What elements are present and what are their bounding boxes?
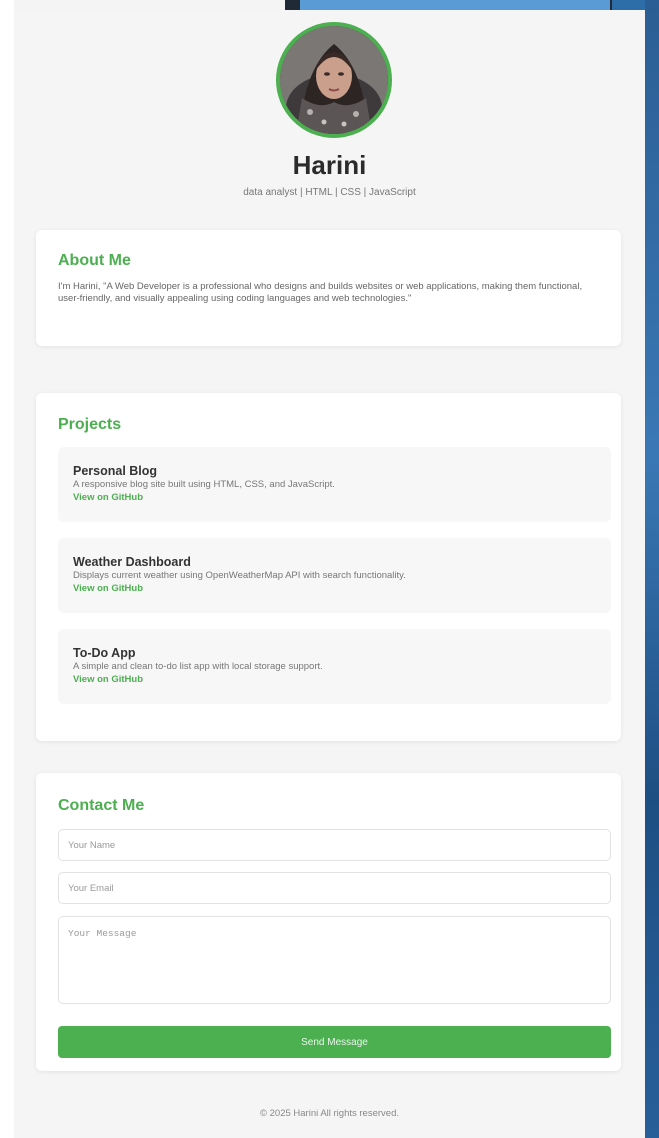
- project-card: To-Do App A simple and clean to-do list …: [58, 629, 611, 704]
- project-title: Weather Dashboard: [73, 555, 191, 569]
- project-title: Personal Blog: [73, 464, 158, 478]
- about-card: About Me I'm Harini, "A Web Developer is…: [36, 230, 621, 346]
- profile-tagline: data analyst | HTML | CSS | JavaScript: [243, 187, 416, 198]
- project-description: A responsive blog site built using HTML,…: [73, 479, 335, 490]
- window-tab-active: [300, 0, 610, 10]
- project-description: A simple and clean to-do list app with l…: [73, 661, 323, 672]
- project-card: Weather Dashboard Displays current weath…: [58, 538, 611, 613]
- right-edge-scroll-track: [645, 0, 659, 1138]
- email-input[interactable]: [58, 872, 611, 904]
- window-tab-left: [0, 0, 285, 10]
- profile-name: Harini: [292, 150, 367, 180]
- avatar: [276, 22, 392, 138]
- github-link[interactable]: View on GitHub: [73, 492, 143, 503]
- left-edge: [0, 0, 14, 1138]
- message-textarea[interactable]: [58, 916, 611, 1004]
- projects-title: Projects: [58, 416, 122, 433]
- contact-card: Contact Me Send Message: [36, 773, 621, 1071]
- about-text: I'm Harini, "A Web Developer is a profes…: [58, 281, 583, 304]
- project-card: Personal Blog A responsive blog site bui…: [58, 447, 611, 522]
- contact-title: Contact Me: [58, 797, 145, 814]
- send-message-button[interactable]: Send Message: [58, 1026, 611, 1058]
- name-input[interactable]: [58, 829, 611, 861]
- github-link[interactable]: View on GitHub: [73, 674, 143, 685]
- footer-text: © 2025 Harini All rights reserved.: [259, 1108, 399, 1119]
- portfolio-page: Harini data analyst | HTML | CSS | JavaS…: [14, 10, 645, 1138]
- github-link[interactable]: View on GitHub: [73, 583, 143, 594]
- project-title: To-Do App: [73, 646, 136, 660]
- project-description: Displays current weather using OpenWeath…: [73, 570, 406, 581]
- projects-card: Projects Personal Blog A responsive blog…: [36, 393, 621, 741]
- profile-photo-icon: [280, 26, 388, 134]
- about-title: About Me: [58, 252, 131, 269]
